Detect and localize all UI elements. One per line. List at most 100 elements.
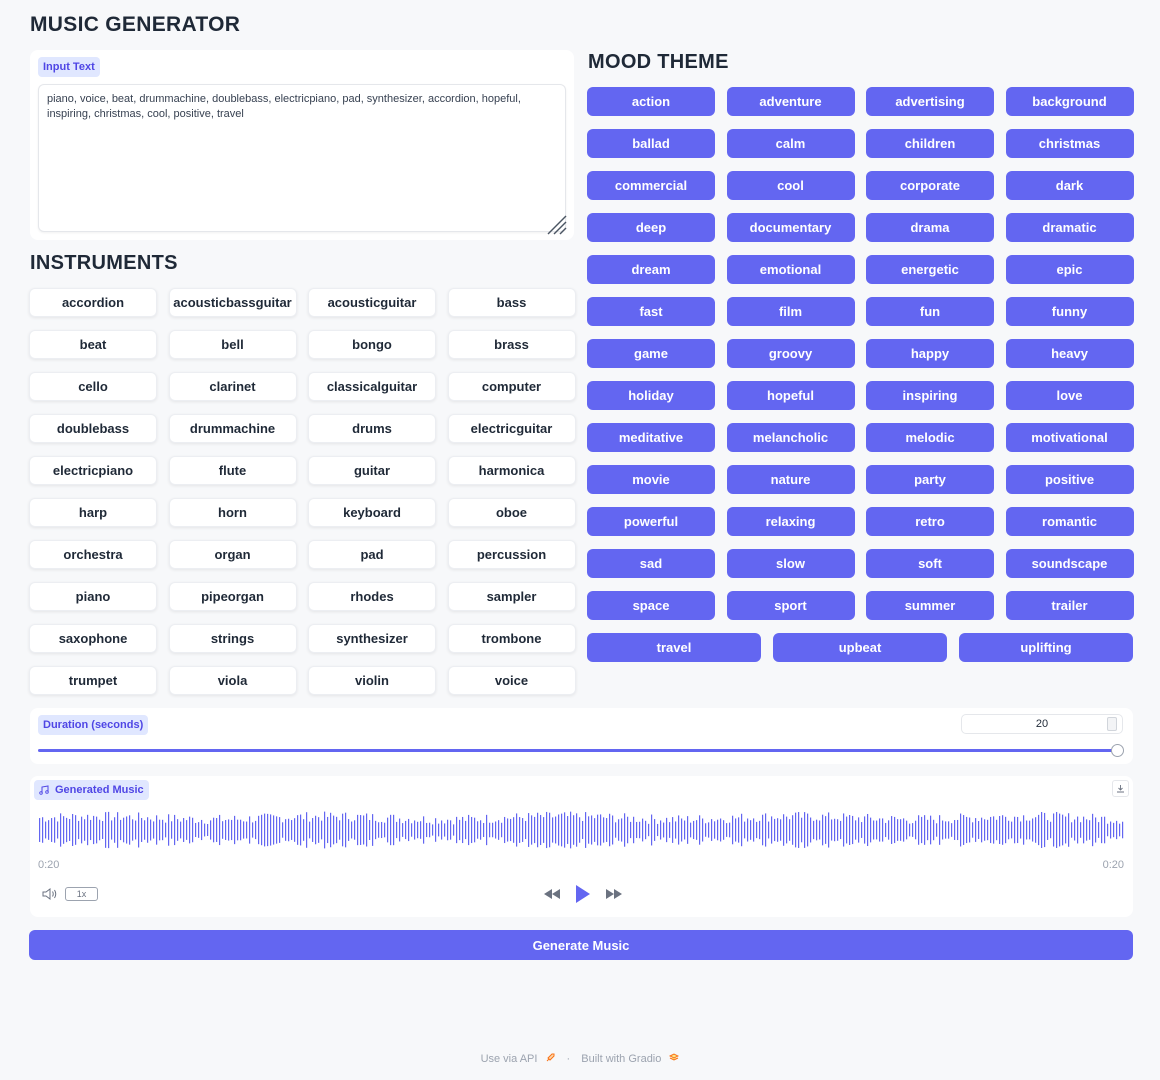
playback-rate-button[interactable]: 1x <box>65 887 98 901</box>
spinner-icon[interactable] <box>1107 717 1117 731</box>
mood-button[interactable]: children <box>866 129 994 158</box>
mood-button[interactable]: dark <box>1005 171 1134 200</box>
mood-button[interactable]: advertising <box>866 87 994 116</box>
mood-button[interactable]: movie <box>587 465 715 494</box>
use-via-api-link[interactable]: Use via API <box>481 1053 538 1065</box>
instrument-button[interactable]: orchestra <box>29 540 157 569</box>
instrument-button[interactable]: electricguitar <box>447 414 576 443</box>
instrument-button[interactable]: piano <box>29 582 157 611</box>
mood-button[interactable]: funny <box>1005 297 1134 326</box>
instrument-button[interactable]: computer <box>447 372 576 401</box>
instrument-button[interactable]: keyboard <box>308 498 436 527</box>
resize-handle-icon[interactable] <box>546 214 568 236</box>
instrument-button[interactable]: voice <box>447 666 576 695</box>
mood-button[interactable]: drama <box>866 213 994 242</box>
mood-button[interactable]: commercial <box>587 171 715 200</box>
mood-button[interactable]: melancholic <box>726 423 855 452</box>
mood-button[interactable]: meditative <box>587 423 715 452</box>
mood-button[interactable]: love <box>1005 381 1134 410</box>
mood-button[interactable]: cool <box>726 171 855 200</box>
instrument-button[interactable]: trumpet <box>29 666 157 695</box>
instrument-button[interactable]: violin <box>308 666 436 695</box>
instrument-button[interactable]: flute <box>168 456 297 485</box>
instrument-button[interactable]: percussion <box>447 540 576 569</box>
mood-button[interactable]: soundscape <box>1005 549 1134 578</box>
mood-button[interactable]: sport <box>726 591 855 620</box>
instrument-button[interactable]: electricpiano <box>29 456 157 485</box>
mood-button[interactable]: romantic <box>1005 507 1134 536</box>
mood-button[interactable]: soft <box>866 549 994 578</box>
instrument-button[interactable]: acousticguitar <box>308 288 436 317</box>
instrument-button[interactable]: strings <box>168 624 297 653</box>
mood-button[interactable]: action <box>587 87 715 116</box>
mood-button[interactable]: travel <box>587 633 761 662</box>
mood-button[interactable]: party <box>866 465 994 494</box>
built-with-gradio-link[interactable]: Built with Gradio <box>581 1053 661 1065</box>
mood-button[interactable]: upbeat <box>773 633 947 662</box>
instrument-button[interactable]: synthesizer <box>308 624 436 653</box>
mood-button[interactable]: sad <box>587 549 715 578</box>
mood-button[interactable]: film <box>726 297 855 326</box>
instrument-button[interactable]: beat <box>29 330 157 359</box>
volume-icon[interactable] <box>42 887 58 901</box>
mood-button[interactable]: space <box>587 591 715 620</box>
instrument-button[interactable]: pipeorgan <box>168 582 297 611</box>
mood-button[interactable]: energetic <box>866 255 994 284</box>
mood-button[interactable]: deep <box>587 213 715 242</box>
mood-button[interactable]: relaxing <box>726 507 855 536</box>
duration-number-input[interactable]: 20 <box>961 714 1123 734</box>
duration-slider-track[interactable] <box>38 749 1118 752</box>
mood-button[interactable]: epic <box>1005 255 1134 284</box>
instrument-button[interactable]: classicalguitar <box>308 372 436 401</box>
mood-button[interactable]: heavy <box>1005 339 1134 368</box>
mood-button[interactable]: ballad <box>587 129 715 158</box>
instrument-button[interactable]: brass <box>447 330 576 359</box>
mood-button[interactable]: fast <box>587 297 715 326</box>
instrument-button[interactable]: pad <box>308 540 436 569</box>
instrument-button[interactable]: saxophone <box>29 624 157 653</box>
rewind-icon[interactable] <box>543 888 561 900</box>
mood-button[interactable]: fun <box>866 297 994 326</box>
instrument-button[interactable]: horn <box>168 498 297 527</box>
mood-button[interactable]: dream <box>587 255 715 284</box>
play-icon[interactable] <box>575 884 591 904</box>
instrument-button[interactable]: oboe <box>447 498 576 527</box>
instrument-button[interactable]: bell <box>168 330 297 359</box>
mood-button[interactable]: retro <box>866 507 994 536</box>
waveform[interactable] <box>38 808 1126 852</box>
mood-button[interactable]: background <box>1005 87 1134 116</box>
mood-button[interactable]: dramatic <box>1005 213 1134 242</box>
instrument-button[interactable]: guitar <box>308 456 436 485</box>
instrument-button[interactable]: trombone <box>447 624 576 653</box>
mood-button[interactable]: trailer <box>1005 591 1134 620</box>
instrument-button[interactable]: harp <box>29 498 157 527</box>
mood-button[interactable]: game <box>587 339 715 368</box>
mood-button[interactable]: documentary <box>726 213 855 242</box>
instrument-button[interactable]: rhodes <box>308 582 436 611</box>
mood-button[interactable]: nature <box>726 465 855 494</box>
instrument-button[interactable]: drums <box>308 414 436 443</box>
instrument-button[interactable]: doublebass <box>29 414 157 443</box>
mood-button[interactable]: corporate <box>866 171 994 200</box>
instrument-button[interactable]: cello <box>29 372 157 401</box>
instrument-button[interactable]: accordion <box>29 288 157 317</box>
mood-button[interactable]: powerful <box>587 507 715 536</box>
generate-music-button[interactable]: Generate Music <box>29 930 1133 960</box>
instrument-button[interactable]: acousticbassguitar <box>168 288 297 317</box>
input-textarea[interactable]: piano, voice, beat, drummachine, doubleb… <box>38 84 566 232</box>
download-button[interactable] <box>1112 780 1129 797</box>
mood-button[interactable]: happy <box>866 339 994 368</box>
mood-button[interactable]: hopeful <box>726 381 855 410</box>
instrument-button[interactable]: organ <box>168 540 297 569</box>
instrument-button[interactable]: drummachine <box>168 414 297 443</box>
mood-button[interactable]: emotional <box>726 255 855 284</box>
fast-forward-icon[interactable] <box>605 888 623 900</box>
mood-button[interactable]: melodic <box>866 423 994 452</box>
instrument-button[interactable]: clarinet <box>168 372 297 401</box>
mood-button[interactable]: adventure <box>726 87 855 116</box>
instrument-button[interactable]: bass <box>447 288 576 317</box>
mood-button[interactable]: calm <box>726 129 855 158</box>
instrument-button[interactable]: viola <box>168 666 297 695</box>
instrument-button[interactable]: bongo <box>308 330 436 359</box>
mood-button[interactable]: christmas <box>1005 129 1134 158</box>
